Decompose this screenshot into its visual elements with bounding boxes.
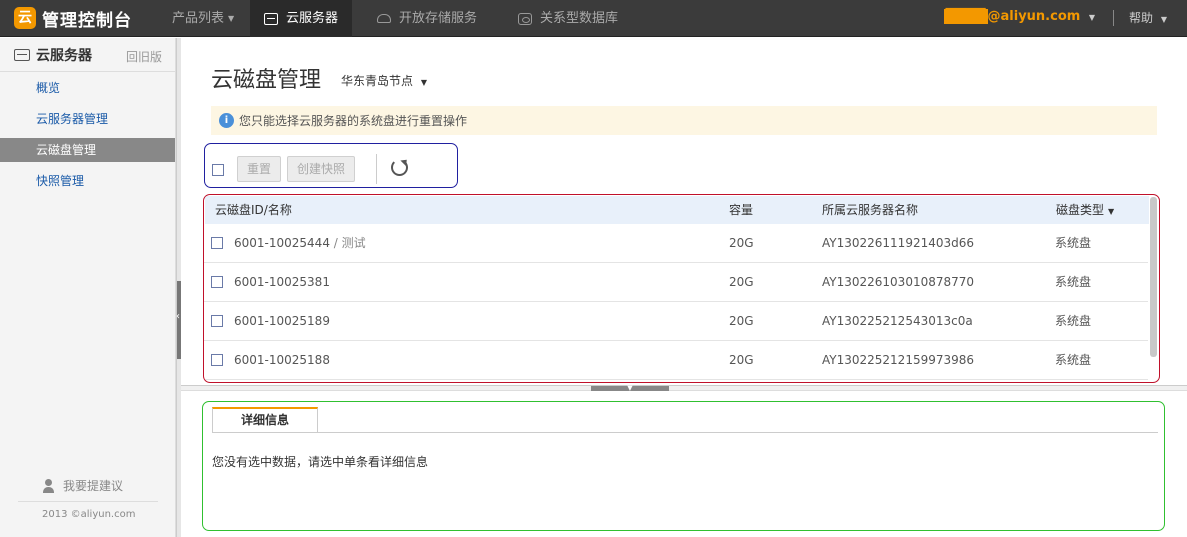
table-row[interactable]: 6001-10025381 20G AY130226103010878770 系… [204, 263, 1148, 302]
notice-banner: i 您只能选择云服务器的系统盘进行重置操作 [211, 106, 1157, 135]
notice-text: 您只能选择云服务器的系统盘进行重置操作 [239, 114, 468, 128]
row-checkbox[interactable] [211, 276, 223, 288]
server-name-cell: AY130226111921403d66 [822, 236, 975, 250]
row-checkbox[interactable] [211, 354, 223, 366]
caret-down-icon: ▼ [1088, 13, 1095, 22]
disk-name: 测试 [341, 236, 366, 250]
name-separator: / [333, 236, 338, 250]
column-header-server: 所属云服务器名称 [822, 203, 919, 217]
nav-product-list[interactable]: 产品列表 ▼ [160, 0, 246, 37]
detail-empty-message: 您没有选中数据，请选中单条看详细信息 [212, 455, 429, 469]
sidebar-divider [18, 501, 158, 502]
column-header-capacity: 容量 [729, 203, 754, 217]
copyright-text: 2013 ©aliyun.com [42, 509, 136, 520]
info-icon: i [219, 113, 234, 128]
sidebar-title: 云服务器 [36, 47, 92, 64]
region-label: 华东青岛节点 [341, 74, 414, 88]
server-name-cell: AY130225212543013c0a [822, 314, 973, 328]
detail-splitter[interactable]: ▼ [181, 385, 1187, 392]
nav-rds[interactable]: 关系型数据库 [516, 0, 620, 37]
disk-type-cell: 系统盘 [1055, 236, 1092, 250]
disk-id-cell: 6001-10025444 / 测试 [234, 224, 366, 263]
table-header: 云磁盘ID/名称 容量 所属云服务器名称 磁盘类型 ▼ [205, 196, 1149, 224]
create-snapshot-button[interactable]: 创建快照 [287, 156, 355, 182]
nav-label: 关系型数据库 [540, 11, 619, 26]
nav-ecs[interactable]: 云服务器 [250, 0, 353, 37]
sidebar-item-disk-management[interactable]: 云磁盘管理 [0, 138, 175, 162]
sidebar: 云服务器 回旧版 概览 云服务器管理 云磁盘管理 快照管理 我要提建议 2013… [0, 38, 176, 537]
caret-down-icon: ▼ [420, 78, 427, 87]
disk-type-cell: 系统盘 [1055, 275, 1092, 289]
nav-label: 产品列表 [172, 11, 225, 26]
sidebar-item-overview[interactable]: 概览 [0, 76, 176, 100]
table-row[interactable]: 6001-10025444 / 测试 20G AY130226111921403… [204, 224, 1148, 263]
server-icon [264, 12, 278, 25]
aliyun-logo-icon: 云 [14, 7, 36, 29]
topbar-divider [1113, 10, 1114, 26]
masked-username: ████ [943, 9, 988, 24]
collapse-sidebar-handle[interactable] [176, 281, 181, 359]
refresh-icon[interactable] [391, 159, 408, 176]
feedback-label: 我要提建议 [63, 479, 124, 493]
server-icon [14, 48, 30, 61]
table-scrollbar[interactable] [1150, 197, 1157, 357]
cloud-storage-icon [377, 14, 391, 23]
caret-down-icon: ▼ [228, 14, 235, 23]
disk-type-label: 磁盘类型 [1056, 203, 1105, 217]
top-navigation-bar: 云 管理控制台 产品列表 ▼ 云服务器 开放存储服务 关系型数据库 ████ @a… [0, 0, 1187, 37]
toolbar-divider [376, 154, 377, 184]
server-name-cell: AY130226103010878770 [822, 275, 975, 289]
console-title: 管理控制台 [42, 10, 132, 31]
column-header-disk-type[interactable]: 磁盘类型 ▼ [1056, 196, 1114, 226]
disk-table: 云磁盘ID/名称 容量 所属云服务器名称 磁盘类型 ▼ 6001-10025444… [203, 194, 1160, 383]
sidebar-header: 云服务器 回旧版 [0, 38, 176, 72]
disk-id-cell: 6001-10025381 [234, 275, 330, 289]
disk-toolbar: 重置 创建快照 [204, 143, 458, 188]
capacity-cell: 20G [729, 275, 754, 289]
table-row[interactable]: 6001-10025189 20G AY130225212543013c0a 系… [204, 302, 1148, 341]
sidebar-item-ecs-management[interactable]: 云服务器管理 [0, 107, 176, 131]
tab-details[interactable]: 详细信息 [212, 407, 318, 432]
nav-label: 云服务器 [286, 11, 339, 26]
feedback-link[interactable]: 我要提建议 [43, 477, 123, 494]
caret-down-icon: ▼ [1160, 15, 1167, 24]
column-header-id: 云磁盘ID/名称 [215, 203, 292, 217]
server-name-cell: AY130225212159973986 [822, 353, 975, 367]
user-account-menu[interactable]: ████ @aliyun.com ▼ [943, 0, 1095, 35]
user-icon [43, 478, 57, 493]
caret-down-icon: ▼ [1108, 207, 1115, 216]
select-all-checkbox[interactable] [212, 164, 224, 176]
disk-id-cell: 6001-10025189 [234, 314, 330, 328]
row-checkbox[interactable] [211, 237, 223, 249]
capacity-cell: 20G [729, 314, 754, 328]
region-selector[interactable]: 华东青岛节点 ▼ [341, 72, 427, 89]
sidebar-item-snapshot-management[interactable]: 快照管理 [0, 169, 176, 193]
nav-oss[interactable]: 开放存储服务 [375, 0, 479, 37]
disk-id-cell: 6001-10025188 [234, 353, 330, 367]
old-version-link[interactable]: 回旧版 [126, 48, 162, 65]
console-logo[interactable]: 云 管理控制台 [14, 7, 132, 31]
help-label: 帮助 [1129, 11, 1154, 25]
disk-type-cell: 系统盘 [1055, 353, 1092, 367]
disk-type-cell: 系统盘 [1055, 314, 1092, 328]
row-checkbox[interactable] [211, 315, 223, 327]
table-row[interactable]: 6001-10025188 20G AY130225212159973986 系… [204, 341, 1148, 380]
capacity-cell: 20G [729, 236, 754, 250]
help-menu[interactable]: 帮助 ▼ [1129, 0, 1167, 38]
disk-id: 6001-10025444 [234, 236, 330, 250]
nav-label: 开放存储服务 [399, 11, 478, 26]
email-domain: @aliyun.com [987, 9, 1081, 24]
tab-divider [212, 432, 1158, 433]
reset-button[interactable]: 重置 [237, 156, 281, 182]
capacity-cell: 20G [729, 353, 754, 367]
page-title: 云磁盘管理 [211, 68, 322, 93]
sidebar-splitter[interactable] [176, 38, 181, 537]
database-icon [518, 12, 532, 25]
chevron-down-icon[interactable]: ▼ [591, 385, 669, 392]
detail-panel: 详细信息 您没有选中数据，请选中单条看详细信息 [202, 401, 1165, 531]
